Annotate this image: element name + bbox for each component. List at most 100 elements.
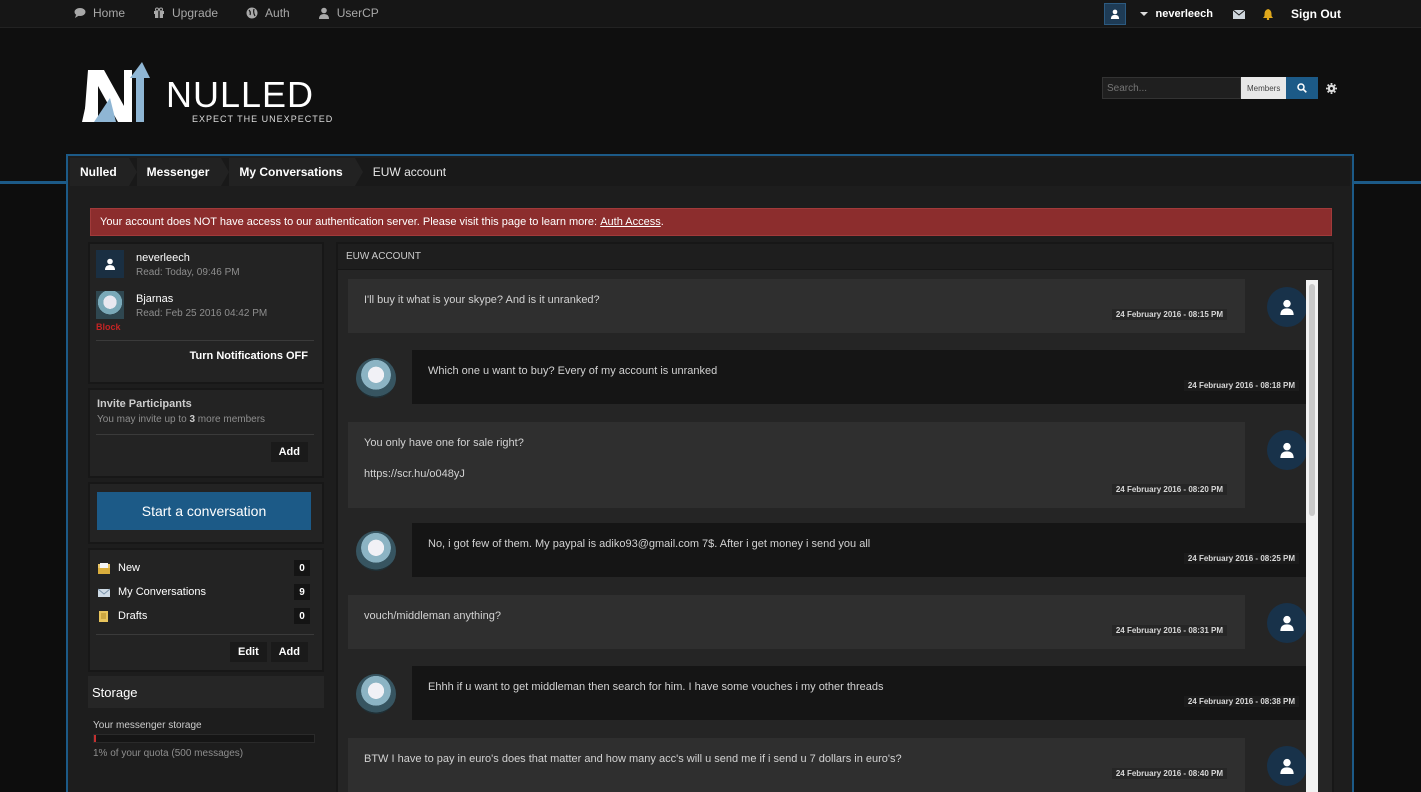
bell-icon[interactable] bbox=[1263, 8, 1273, 20]
folder-count: 0 bbox=[294, 560, 310, 576]
message-text: BTW I have to pay in euro's does that ma… bbox=[364, 753, 902, 765]
conversation-panel: EUW account I'll buy it what is your sky… bbox=[336, 242, 1334, 792]
search-settings-gear-icon[interactable] bbox=[1326, 82, 1338, 94]
folder-new-icon bbox=[98, 562, 110, 574]
chat-bubble-icon bbox=[74, 8, 86, 18]
nav-usercp[interactable]: UserCP bbox=[318, 6, 379, 20]
logo-mark-icon bbox=[82, 62, 150, 122]
message-date: 24 February 2016 - 08:15 PM bbox=[1111, 309, 1227, 320]
user-icon bbox=[1280, 758, 1294, 774]
message-date: 24 February 2016 - 08:18 PM bbox=[1183, 380, 1299, 391]
folder-edit-button[interactable]: Edit bbox=[230, 642, 267, 662]
nav-upgrade-label: Upgrade bbox=[172, 6, 219, 20]
nav-auth[interactable]: Auth bbox=[246, 6, 290, 20]
divider bbox=[96, 634, 314, 635]
block-user-link[interactable]: Block bbox=[96, 322, 121, 332]
start-conversation-button[interactable]: Start a conversation bbox=[97, 492, 311, 530]
folder-item-drafts[interactable]: Drafts 0 bbox=[98, 608, 310, 624]
envelope-icon bbox=[98, 588, 110, 597]
avatar[interactable] bbox=[356, 531, 396, 571]
folder-label: Drafts bbox=[118, 610, 148, 622]
message-text: I'll buy it what is your skype? And is i… bbox=[364, 294, 600, 306]
avatar[interactable] bbox=[1267, 430, 1307, 470]
user-icon bbox=[1110, 9, 1119, 19]
caret-down-icon bbox=[1139, 12, 1148, 16]
message-date: 24 February 2016 - 08:40 PM bbox=[1111, 768, 1227, 779]
username-label: neverleech bbox=[1155, 8, 1213, 20]
avatar[interactable] bbox=[356, 674, 396, 714]
site-logo[interactable]: NULLED EXPECT THE UNEXPECTED bbox=[80, 62, 340, 126]
user-avatar-button[interactable] bbox=[1103, 3, 1126, 25]
breadcrumb-messenger[interactable]: Messenger bbox=[136, 158, 222, 186]
notifications-toggle[interactable]: Turn Notifications OFF bbox=[190, 350, 308, 362]
breadcrumb-my-conversations[interactable]: My Conversations bbox=[229, 158, 355, 186]
participant-name[interactable]: neverleech bbox=[136, 252, 240, 264]
folder-label: New bbox=[118, 562, 141, 574]
breadcrumb: Nulled Messenger My Conversations EUW ac… bbox=[70, 158, 1350, 186]
search-input[interactable] bbox=[1102, 77, 1241, 99]
participant-item[interactable]: Bjarnas Read: Feb 25 2016 04:42 PM bbox=[96, 291, 267, 319]
avatar[interactable] bbox=[1267, 746, 1307, 786]
scrollbar-thumb[interactable] bbox=[1309, 284, 1315, 516]
divider bbox=[96, 340, 314, 341]
message-link[interactable]: https://scr.hu/o048yJ bbox=[364, 467, 465, 482]
invite-add-button[interactable]: Add bbox=[270, 442, 308, 462]
top-bar: Home Upgrade Auth UserCP neverleech Sign… bbox=[0, 0, 1421, 28]
message-item: You only have one for sale right? https:/… bbox=[348, 422, 1245, 508]
sign-out-link[interactable]: Sign Out bbox=[1291, 7, 1341, 21]
folder-count: 9 bbox=[294, 584, 310, 600]
search-button[interactable] bbox=[1286, 77, 1319, 99]
user-icon bbox=[1280, 299, 1294, 315]
search-bar: Members bbox=[1102, 77, 1338, 99]
message-text: vouch/middleman anything? bbox=[364, 610, 501, 622]
folder-item-my-conversations[interactable]: My Conversations 9 bbox=[98, 584, 310, 600]
alert-end: . bbox=[660, 216, 664, 228]
folders-panel: New 0 My Conversations 9 Drafts 0 Edit A… bbox=[88, 548, 324, 672]
nav-home[interactable]: Home bbox=[74, 6, 125, 20]
avatar bbox=[96, 250, 124, 278]
breadcrumb-nulled[interactable]: Nulled bbox=[70, 158, 129, 186]
mail-icon[interactable] bbox=[1233, 9, 1245, 19]
invite-title: Invite Participants bbox=[97, 398, 192, 410]
auth-access-link[interactable]: Auth Access bbox=[600, 216, 661, 228]
message-text: Ehhh if u want to get middleman then sea… bbox=[428, 681, 884, 693]
avatar bbox=[96, 291, 124, 319]
message-text: Which one u want to buy? Every of my acc… bbox=[428, 365, 718, 377]
scrollbar[interactable] bbox=[1306, 280, 1318, 792]
message-item: vouch/middleman anything? 24 February 201… bbox=[348, 595, 1245, 649]
storage-progress-bar bbox=[93, 734, 315, 743]
search-icon bbox=[1297, 83, 1308, 93]
message-date: 24 February 2016 - 08:25 PM bbox=[1183, 553, 1299, 564]
breadcrumb-separator bbox=[128, 158, 137, 186]
folder-item-new[interactable]: New 0 bbox=[98, 560, 310, 576]
invite-panel: Invite Participants You may invite up to… bbox=[88, 388, 324, 478]
auth-warning-alert: Your account does NOT have access to our… bbox=[90, 208, 1332, 236]
main-content: Nulled Messenger My Conversations EUW ac… bbox=[66, 154, 1354, 792]
user-icon bbox=[318, 7, 329, 19]
folder-add-button[interactable]: Add bbox=[270, 642, 308, 662]
top-nav: Home Upgrade Auth UserCP bbox=[74, 0, 407, 26]
nav-upgrade[interactable]: Upgrade bbox=[153, 6, 218, 20]
message-date: 24 February 2016 - 08:31 PM bbox=[1111, 625, 1227, 636]
user-menu-dropdown[interactable]: neverleech bbox=[1139, 8, 1213, 20]
notifications-state: OFF bbox=[286, 350, 308, 362]
invite-subtitle: You may invite up to 3 more members bbox=[97, 414, 265, 425]
message-item: Which one u want to buy? Every of my acc… bbox=[412, 350, 1317, 404]
avatar[interactable] bbox=[1267, 287, 1307, 327]
logo-tagline: EXPECT THE UNEXPECTED bbox=[192, 114, 334, 124]
participant-name[interactable]: Bjarnas bbox=[136, 293, 267, 305]
avatar[interactable] bbox=[1267, 603, 1307, 643]
participant-item[interactable]: neverleech Read: Today, 09:46 PM bbox=[96, 250, 240, 278]
folder-count: 0 bbox=[294, 608, 310, 624]
invite-sub-post: more members bbox=[195, 414, 266, 425]
participants-panel: neverleech Read: Today, 09:46 PM Bjarnas… bbox=[88, 242, 324, 384]
avatar[interactable] bbox=[356, 358, 396, 398]
search-scope-selector[interactable]: Members bbox=[1241, 77, 1287, 99]
storage-title: Storage bbox=[88, 676, 324, 708]
invite-sub-pre: You may invite up to bbox=[97, 414, 190, 425]
logo-text: NULLED bbox=[166, 74, 315, 115]
nav-usercp-label: UserCP bbox=[336, 6, 379, 20]
alert-text: Your account does NOT have access to our… bbox=[100, 216, 598, 228]
message-item: No, i got few of them. My paypal is adik… bbox=[412, 523, 1317, 577]
storage-quota-text: 1% of your quota (500 messages) bbox=[93, 748, 244, 759]
